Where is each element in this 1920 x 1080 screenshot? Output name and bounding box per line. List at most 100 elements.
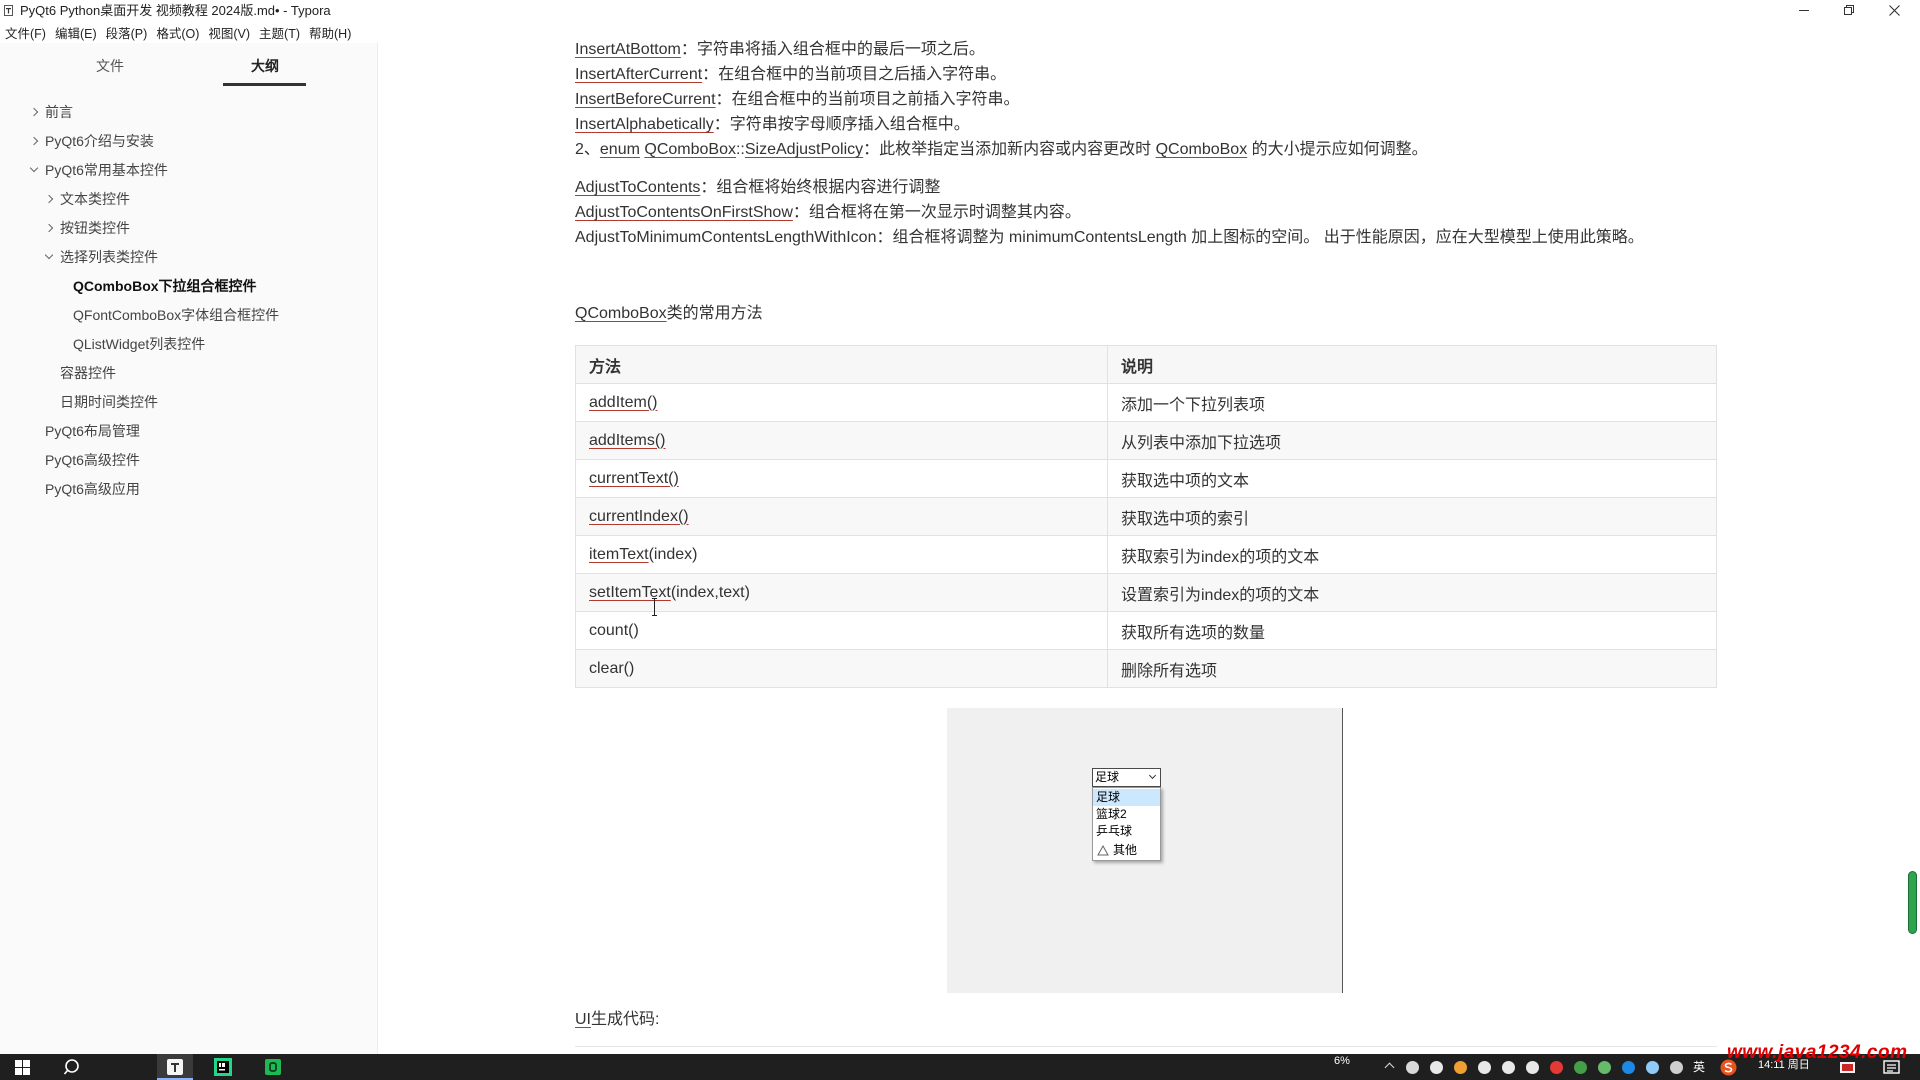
outline-item[interactable]: 选择列表类控件: [0, 243, 377, 272]
menu-item[interactable]: 主题(T): [259, 23, 300, 42]
method-cell[interactable]: currentIndex(): [575, 497, 1108, 536]
typora-app-icon[interactable]: [166, 1058, 184, 1076]
combobox[interactable]: 足球: [1092, 768, 1161, 787]
outline-item[interactable]: QFontComboBox字体组合框控件: [0, 301, 377, 330]
restore-button[interactable]: [1827, 0, 1871, 21]
cpu-usage: 6%: [1334, 1055, 1350, 1067]
method-cell[interactable]: itemText(index): [575, 535, 1108, 574]
qq-icon[interactable]: [1526, 1061, 1539, 1074]
combobox-dropdown-list: 足球篮球2 乒乓球其他: [1092, 787, 1161, 861]
tab-outline[interactable]: 大纲: [251, 56, 279, 76]
dropdown-option-label: 乒乓球: [1096, 824, 1133, 838]
table-row: currentText() 获取选中项的文本: [575, 459, 1717, 498]
description-cell[interactable]: 删除所有选项: [1107, 649, 1717, 688]
wechat-icon[interactable]: [1598, 1061, 1611, 1074]
paragraph: InsertAfterCurrent：在组合框中的当前项目之后插入字符串。: [575, 62, 1428, 87]
dropdown-option[interactable]: 篮球2: [1093, 806, 1160, 823]
dropdown-option[interactable]: 乒乓球: [1093, 823, 1160, 840]
outline-item-label: 选择列表类控件: [60, 249, 158, 265]
chevron-right-icon[interactable]: [29, 136, 39, 146]
menu-item[interactable]: 视图(V): [208, 23, 250, 42]
description-cell[interactable]: 获取选中项的文本: [1107, 459, 1717, 498]
dropdown-option-label: 足球: [1096, 790, 1121, 804]
outline-item[interactable]: PyQt6介绍与安装: [0, 127, 377, 156]
menu-item[interactable]: 帮助(H): [309, 23, 351, 42]
description-cell[interactable]: 添加一个下拉列表项: [1107, 383, 1717, 422]
qq-icon[interactable]: [1478, 1061, 1491, 1074]
input-method-indicator[interactable]: 英: [1693, 1058, 1705, 1075]
text-segment: ：组合框将在第一次显示时调整其内容。: [792, 204, 1081, 221]
description-cell[interactable]: 从列表中添加下拉选项: [1107, 421, 1717, 460]
method-cell[interactable]: clear(): [575, 649, 1108, 688]
close-button[interactable]: [1872, 0, 1916, 21]
outline-item[interactable]: QComboBox下拉组合框控件: [0, 272, 377, 301]
chevron-up-icon[interactable]: [1384, 1062, 1395, 1073]
tab-files[interactable]: 文件: [96, 56, 124, 76]
display-icon[interactable]: [1670, 1061, 1683, 1074]
outline-item[interactable]: PyQt6高级控件: [0, 446, 377, 475]
menu-item[interactable]: 编辑(E): [55, 23, 97, 42]
outline-item[interactable]: PyQt6常用基本控件: [0, 156, 377, 185]
outline-item[interactable]: 按钮类控件: [0, 214, 377, 243]
table-row: addItem() 添加一个下拉列表项: [575, 383, 1717, 422]
text-segment: 2、: [575, 141, 600, 158]
paragraph: InsertAtBottom：字符串将插入组合框中的最后一项之后。: [575, 37, 1428, 62]
chevron-down-icon[interactable]: [29, 163, 39, 173]
method-cell[interactable]: addItem(): [575, 383, 1108, 422]
column-header-method[interactable]: 方法: [575, 345, 1108, 384]
outline-item[interactable]: PyQt6高级应用: [0, 475, 377, 504]
menu-item[interactable]: 格式(O): [156, 23, 199, 42]
description-cell[interactable]: 获取选中项的索引: [1107, 497, 1717, 536]
outline-item-label: 按钮类控件: [60, 220, 130, 236]
chevron-right-icon[interactable]: [44, 194, 54, 204]
qq-icon[interactable]: [1502, 1061, 1515, 1074]
qq-icon[interactable]: [1430, 1061, 1443, 1074]
red-app-icon[interactable]: [1550, 1061, 1563, 1074]
green-app-icon[interactable]: [1574, 1061, 1587, 1074]
dropdown-option[interactable]: 其他: [1093, 842, 1160, 859]
column-header-description[interactable]: 说明: [1107, 345, 1717, 384]
chevron-right-icon[interactable]: [29, 107, 39, 117]
minimize-button[interactable]: [1782, 0, 1826, 21]
outline-item[interactable]: PyQt6布局管理: [0, 417, 377, 446]
close-icon: [1888, 5, 1900, 16]
outline-item[interactable]: 日期时间类控件: [0, 388, 377, 417]
method-cell[interactable]: currentText(): [575, 459, 1108, 498]
text-segment: 的大小提示应如何调整。: [1247, 141, 1428, 158]
title-bar: PyQt6 Python桌面开发 视频教程 2024版.md• - Typora: [0, 0, 1920, 21]
description-cell[interactable]: 获取所有选项的数量: [1107, 611, 1717, 650]
description-cell[interactable]: 获取索引为index的项的文本: [1107, 535, 1717, 574]
outline-item[interactable]: QListWidget列表控件: [0, 330, 377, 359]
green-app-icon[interactable]: [264, 1058, 282, 1076]
dropdown-option-label: 其他: [1113, 843, 1138, 857]
network-icon[interactable]: [1646, 1061, 1659, 1074]
microphone-icon[interactable]: [1406, 1061, 1419, 1074]
search-icon[interactable]: [63, 1058, 81, 1076]
pycharm-app-icon[interactable]: [214, 1058, 232, 1076]
chevron-down-icon[interactable]: [1148, 771, 1157, 780]
underlined-term: currentText(): [589, 469, 679, 487]
chevron-right-icon[interactable]: [44, 223, 54, 233]
outline-item-label: 容器控件: [60, 365, 116, 381]
qq-icon[interactable]: [1454, 1061, 1467, 1074]
code-block[interactable]: [575, 1046, 1717, 1047]
combobox-value: 足球: [1095, 770, 1120, 784]
outline-item[interactable]: 前言: [0, 98, 377, 127]
text-segment: count(): [589, 621, 639, 639]
menu-item[interactable]: 段落(P): [106, 23, 148, 42]
vertical-scrollbar-thumb[interactable]: [1909, 872, 1916, 933]
description-cell[interactable]: 设置索引为index的项的文本: [1107, 573, 1717, 612]
menu-item[interactable]: 文件(F): [5, 23, 46, 42]
outline-item[interactable]: 文本类控件: [0, 185, 377, 214]
enum-insert-policy-list: InsertAtBottom：字符串将插入组合框中的最后一项之后。 InsertA…: [575, 37, 1428, 162]
method-cell[interactable]: addItems(): [575, 421, 1108, 460]
windows-start-icon[interactable]: [15, 1060, 30, 1075]
blue-app-icon[interactable]: [1622, 1061, 1635, 1074]
outline-item-label: PyQt6常用基本控件: [45, 162, 168, 178]
chevron-down-icon[interactable]: [44, 250, 54, 260]
underlined-term: AdjustToContentsOnFirstShow: [575, 204, 793, 221]
outline-item[interactable]: 容器控件: [0, 359, 377, 388]
dropdown-option[interactable]: 足球: [1093, 789, 1160, 806]
table-row: setItemText(index,text) 设置索引为index的项的文本: [575, 573, 1717, 612]
method-cell[interactable]: count(): [575, 611, 1108, 650]
